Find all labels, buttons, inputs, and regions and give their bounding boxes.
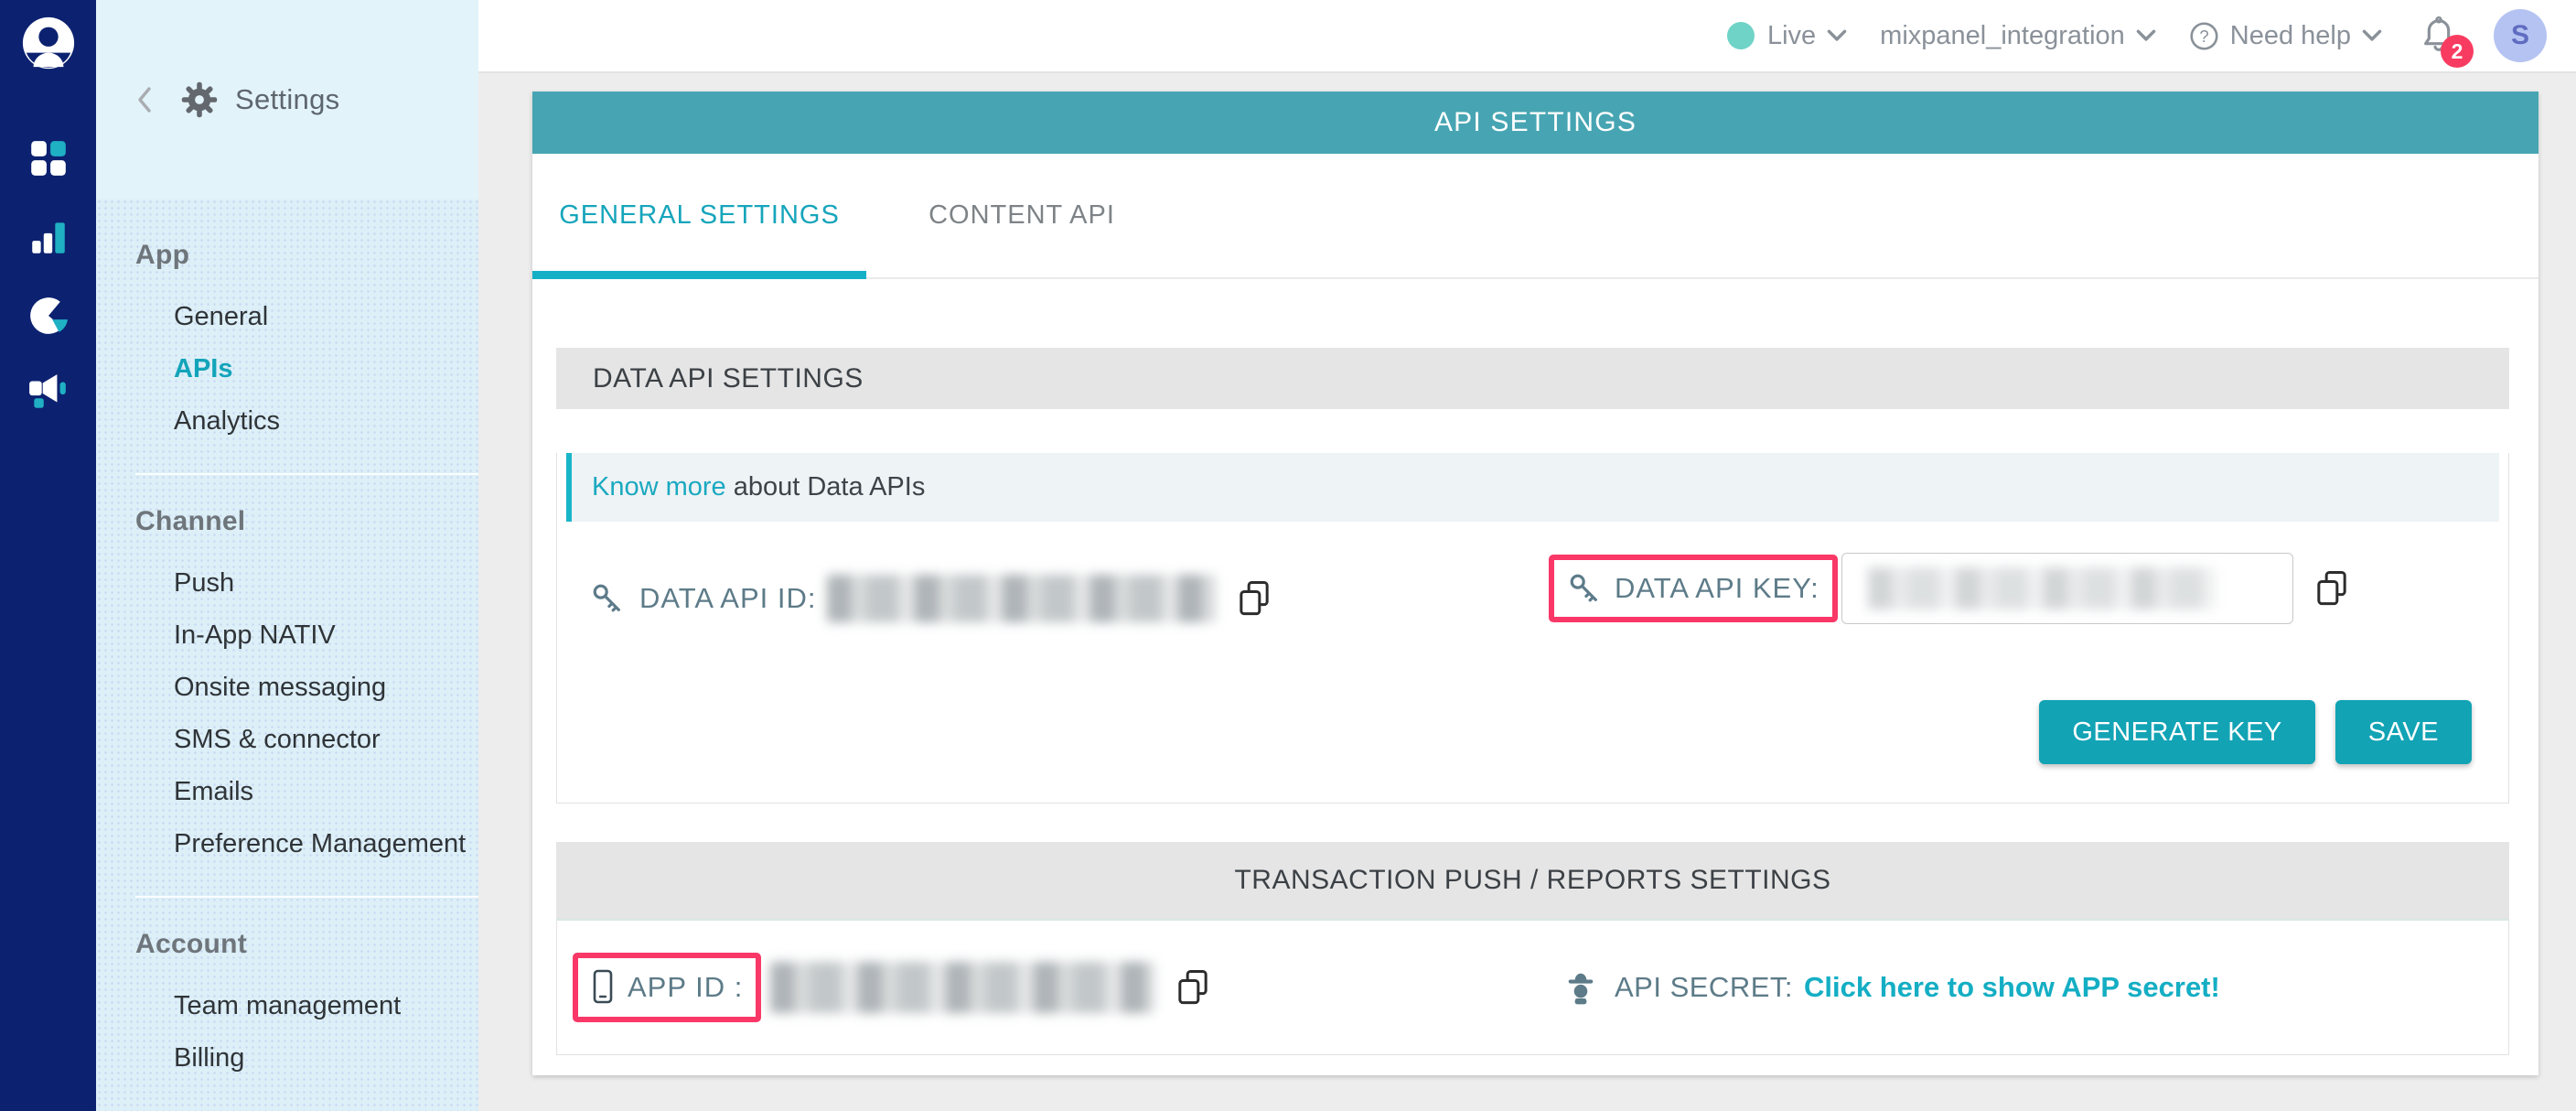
back-chevron-icon[interactable] <box>133 86 156 113</box>
data-api-key-highlight-box: DATA API KEY: <box>1549 555 1838 622</box>
transaction-section-body: APP ID : <box>556 921 2509 1055</box>
show-app-secret-link[interactable]: Click here to show APP secret! <box>1804 971 2220 1004</box>
sidebar-body: App General APIs Analytics Channel Push … <box>96 200 478 1111</box>
sidebar-item-analytics[interactable]: Analytics <box>135 395 478 448</box>
know-more-link[interactable]: Know more <box>592 472 726 502</box>
sidebar-item-push[interactable]: Push <box>135 557 478 609</box>
live-status-dot <box>1727 22 1755 49</box>
tab-content-api[interactable]: CONTENT API <box>866 154 1177 277</box>
copy-icon[interactable] <box>2313 568 2350 609</box>
question-circle-icon: ? <box>2189 21 2219 51</box>
sidebar-title: Settings <box>235 83 339 116</box>
sidebar-section-channel: Channel Push In-App NATIV Onsite messagi… <box>135 473 478 870</box>
notification-badge: 2 <box>2441 35 2474 68</box>
sidebar-item-team-management[interactable]: Team management <box>135 980 478 1032</box>
data-api-section-header: DATA API SETTINGS <box>556 348 2509 409</box>
section-label: Channel <box>135 506 478 537</box>
topbar: Live mixpanel_integration ? Need help <box>478 0 2576 73</box>
sidebar-item-apis[interactable]: APIs <box>135 343 478 395</box>
data-api-key-group: DATA API KEY: <box>1549 553 2350 624</box>
banner-text: about Data APIs <box>726 472 926 502</box>
api-secret-group: API SECRET: Click here to show APP secre… <box>1563 968 2220 1007</box>
section-label: App <box>135 240 478 271</box>
transaction-push-section: TRANSACTION PUSH / REPORTS SETTINGS APP … <box>556 842 2509 1055</box>
need-help-label: Need help <box>2230 21 2351 51</box>
key-icon <box>1567 571 1602 606</box>
sidebar-item-preference-management[interactable]: Preference Management <box>135 818 478 870</box>
know-more-banner: Know more about Data APIs <box>566 453 2499 522</box>
sidebar-item-billing[interactable]: Billing <box>135 1032 478 1084</box>
sidebar-item-inapp-nativ[interactable]: In-App NATIV <box>135 609 478 662</box>
data-api-key-input[interactable] <box>1841 553 2293 624</box>
sidebar-item-general[interactable]: General <box>135 291 478 343</box>
nav-rail <box>0 0 96 1111</box>
data-api-id-label: DATA API ID: <box>639 582 816 615</box>
avatar[interactable]: S <box>2494 9 2547 62</box>
app-logo[interactable] <box>20 15 77 71</box>
data-api-key-value-redacted <box>1868 567 2216 609</box>
data-api-id-value-redacted <box>827 575 1216 622</box>
live-status-dropdown[interactable]: Live <box>1727 21 1847 51</box>
chevron-down-icon <box>1827 29 1847 42</box>
avatar-initial: S <box>2511 20 2529 51</box>
data-api-key-label: DATA API KEY: <box>1615 572 1819 605</box>
data-api-settings-section: DATA API SETTINGS Know more about Data A… <box>556 348 2509 804</box>
data-api-section-body: Know more about Data APIs DATA API ID: <box>556 453 2509 804</box>
app-id-row: APP ID : <box>557 921 2508 1054</box>
section-label: Account <box>135 929 478 960</box>
analytics-bars-icon[interactable] <box>27 216 70 258</box>
data-api-key-row: DATA API ID: DATA API KEY: <box>557 560 2508 637</box>
data-api-actions: GENERATE KEY SAVE <box>2039 700 2472 764</box>
tab-general-settings[interactable]: GENERAL SETTINGS <box>532 154 866 277</box>
app-id-value-redacted <box>770 962 1154 1013</box>
svg-text:?: ? <box>2199 26 2208 45</box>
sidebar-item-onsite-messaging[interactable]: Onsite messaging <box>135 662 478 714</box>
app-id-label: APP ID : <box>628 971 743 1004</box>
app-id-highlight-box: APP ID : <box>573 953 761 1022</box>
page-title: API SETTINGS <box>532 92 2538 154</box>
project-dropdown[interactable]: mixpanel_integration <box>1880 21 2156 51</box>
sidebar-section-account: Account Team management Billing <box>135 896 478 1084</box>
copy-icon[interactable] <box>1236 578 1272 619</box>
copy-icon[interactable] <box>1175 967 1211 1008</box>
save-button[interactable]: SAVE <box>2335 700 2472 764</box>
sidebar-item-emails[interactable]: Emails <box>135 766 478 818</box>
transaction-section-header: TRANSACTION PUSH / REPORTS SETTINGS <box>556 842 2509 921</box>
need-help-dropdown[interactable]: ? Need help <box>2189 21 2382 51</box>
sidebar-header: Settings <box>96 0 478 200</box>
settings-sidebar: Settings App General APIs Analytics Chan… <box>96 0 478 1111</box>
api-settings-card: API SETTINGS GENERAL SETTINGS CONTENT AP… <box>532 92 2538 1075</box>
person-logo-icon <box>20 15 77 71</box>
project-name: mixpanel_integration <box>1880 21 2125 51</box>
chevron-down-icon <box>2362 29 2382 42</box>
megaphone-icon[interactable] <box>27 372 70 414</box>
dashboard-grid-icon[interactable] <box>27 137 70 179</box>
secret-spy-icon <box>1563 968 1598 1007</box>
tab-bar: GENERAL SETTINGS CONTENT API <box>532 154 2538 279</box>
chevron-down-icon <box>2136 29 2156 42</box>
sidebar-item-sms-connector[interactable]: SMS & connector <box>135 714 478 766</box>
api-secret-label: API SECRET: <box>1615 971 1793 1004</box>
notifications-button[interactable]: 2 <box>2420 15 2457 57</box>
key-icon <box>590 581 625 616</box>
phone-icon <box>591 969 615 1006</box>
pie-chart-icon[interactable] <box>27 295 70 337</box>
screen: Settings App General APIs Analytics Chan… <box>0 0 2576 1111</box>
sidebar-section-app: App General APIs Analytics <box>135 240 478 448</box>
generate-key-button[interactable]: GENERATE KEY <box>2039 700 2314 764</box>
live-label: Live <box>1767 21 1816 51</box>
gear-icon <box>180 81 219 119</box>
